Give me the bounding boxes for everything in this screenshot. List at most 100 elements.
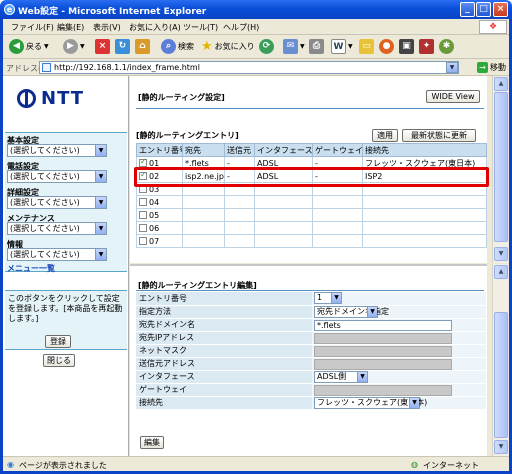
register-info-text: このボタンをクリックして設定を登録します。[本商品を再起動します。] (8, 294, 123, 323)
home-button[interactable]: ⌂ (135, 39, 150, 54)
top-frame-scrollbar[interactable]: ▲ ▼ (492, 76, 508, 263)
refresh-button[interactable]: ↻ (115, 39, 130, 54)
research-button[interactable]: ✦ (419, 39, 434, 54)
page-title: [静的ルーティング設定] (138, 93, 225, 102)
form-input[interactable]: *.flets (314, 319, 452, 331)
table-row[interactable]: 04 (136, 195, 487, 209)
table-cell: 05 (136, 208, 183, 222)
scroll-thumb[interactable] (494, 92, 508, 242)
address-input[interactable]: http://192.168.1.1/index_frame.html ▼ (39, 61, 459, 74)
register-button[interactable]: 登録 (45, 335, 71, 348)
page-icon (42, 63, 51, 72)
menu-view[interactable]: 表示(V) (93, 22, 121, 33)
table-cell (182, 195, 225, 209)
nav-select-value: (選択してください) (10, 198, 80, 207)
chevron-down-icon: ▼ (95, 249, 106, 260)
favorites-button[interactable]: ★ お気に入り (201, 39, 255, 54)
go-arrow-icon: → (477, 62, 488, 73)
stop-button[interactable]: × (95, 39, 110, 54)
scroll-down-icon[interactable]: ▼ (494, 440, 508, 454)
page-done-icon: ◉ (7, 460, 14, 469)
print-button[interactable]: ⎙ (309, 39, 324, 54)
ntt-logo-icon (17, 89, 36, 108)
scroll-down-icon[interactable]: ▼ (494, 247, 508, 261)
messenger-icon: ● (379, 39, 394, 54)
table-cell (182, 221, 225, 235)
edit-button[interactable]: 編集 (140, 436, 164, 449)
media-button[interactable]: ▣ (399, 39, 414, 54)
table-row[interactable]: 07 (136, 234, 487, 248)
menu-list-link[interactable]: メニュー一覧 (7, 263, 55, 274)
form-value-cell: 1 ▼ (312, 292, 486, 306)
menu-favorites[interactable]: お気に入り(A) (129, 22, 181, 33)
status-bar: ◉ ページが表示されました ◍ インターネット (3, 456, 509, 471)
nav-select-phone[interactable]: (選択してください) ▼ (7, 170, 107, 183)
row-checkbox[interactable] (139, 197, 147, 206)
menu-edit[interactable]: 編集(E) (57, 22, 84, 33)
scroll-up-icon[interactable]: ▲ (494, 265, 508, 279)
form-select[interactable]: 1 ▼ (314, 292, 342, 304)
form-label: 宛先ドメイン名 (136, 318, 312, 332)
history-button[interactable]: ⟳ (259, 39, 274, 54)
table-row[interactable]: 06 (136, 221, 487, 235)
form-value-cell: *.flets (312, 318, 486, 332)
nav-select-basic[interactable]: (選択してください) ▼ (7, 144, 107, 157)
nav-select-info[interactable]: (選択してください) ▼ (7, 248, 107, 261)
form-value-cell: フレッツ・スクウェア(東日本) ▼ (312, 396, 486, 410)
word-button[interactable]: W ▼ (331, 39, 353, 54)
form-select[interactable]: ADSL側 ▼ (314, 370, 368, 383)
form-select[interactable]: フレッツ・スクウェア(東日本) ▼ (314, 396, 427, 409)
form-row: 宛先IPアドレス (136, 331, 486, 345)
row-checkbox[interactable] (139, 223, 147, 232)
wide-view-button[interactable]: WIDE View (426, 90, 480, 103)
messenger-button[interactable]: ● (379, 39, 394, 54)
search-button[interactable]: ⌕ 検索 (161, 39, 194, 54)
table-row[interactable]: 05 (136, 208, 487, 222)
menu-file[interactable]: ファイル(F) (11, 22, 54, 33)
ntt-logo: NTT (17, 88, 84, 109)
row-checkbox[interactable] (139, 158, 147, 167)
go-button[interactable]: → 移動 (477, 62, 506, 73)
refresh-icon: ↻ (115, 39, 130, 54)
forward-button[interactable]: ▶ ▼ (63, 39, 85, 54)
scroll-up-icon[interactable]: ▲ (494, 77, 508, 91)
folder-button[interactable]: ▭ (359, 39, 374, 54)
routing-table: エントリ番号 宛先 送信元 インタフェース ゲートウェイ 接続先 01*.fle… (136, 143, 487, 248)
apply-button[interactable]: 適用 (372, 129, 398, 142)
form-row: 指定方法 宛先ドメイン名指定 ▼ (136, 305, 486, 319)
table-cell (362, 208, 487, 222)
form-select[interactable]: 宛先ドメイン名指定 ▼ (314, 305, 389, 318)
address-dropdown-icon[interactable]: ▼ (446, 62, 458, 73)
column-header: 接続先 (362, 143, 487, 157)
table-cell (254, 208, 313, 222)
table-cell (254, 234, 313, 248)
back-button[interactable]: ◀ 戻る ▼ (9, 39, 49, 54)
maximize-button[interactable]: □ (476, 2, 491, 17)
mail-button[interactable]: ✉ ▼ (283, 39, 305, 54)
chevron-down-icon: ▼ (95, 197, 106, 208)
close-window-button[interactable]: × (493, 2, 508, 17)
nav-select-value: (選択してください) (10, 146, 80, 155)
form-label: 送信元アドレス (136, 357, 312, 371)
ntt-logo-text: NTT (41, 88, 85, 109)
form-value-cell (312, 383, 486, 397)
tools-extra-button[interactable]: ✱ (439, 39, 454, 54)
nav-select-maintenance[interactable]: (選択してください) ▼ (7, 222, 107, 235)
table-cell (312, 195, 363, 209)
minimize-button[interactable]: _ (460, 2, 475, 17)
refresh-status-button[interactable]: 最新状態に更新 (402, 129, 476, 142)
row-checkbox[interactable] (139, 236, 147, 245)
form-row: 送信元アドレス (136, 357, 486, 371)
close-button[interactable]: 閉じる (43, 354, 75, 367)
scroll-thumb[interactable] (494, 312, 508, 438)
title-bar[interactable]: e Web設定 - Microsoft Internet Explorer _ … (0, 0, 512, 19)
tools-icon: ✱ (439, 39, 454, 54)
bottom-frame-scrollbar[interactable]: ▲ ▼ (492, 264, 508, 456)
row-checkbox[interactable] (139, 210, 147, 219)
highlight-box (134, 167, 489, 187)
toolbar: ◀ 戻る ▼ ▶ ▼ × ↻ ⌂ ⌕ 検索 ★ お気に入り ⟳ ✉ ▼ ⎙ W ▼ … (3, 35, 509, 59)
select-value: ADSL側 (317, 371, 347, 381)
nav-select-advanced[interactable]: (選択してください) ▼ (7, 196, 107, 209)
menu-tools[interactable]: ツール(T) (183, 22, 218, 33)
menu-help[interactable]: ヘルプ(H) (223, 22, 259, 33)
